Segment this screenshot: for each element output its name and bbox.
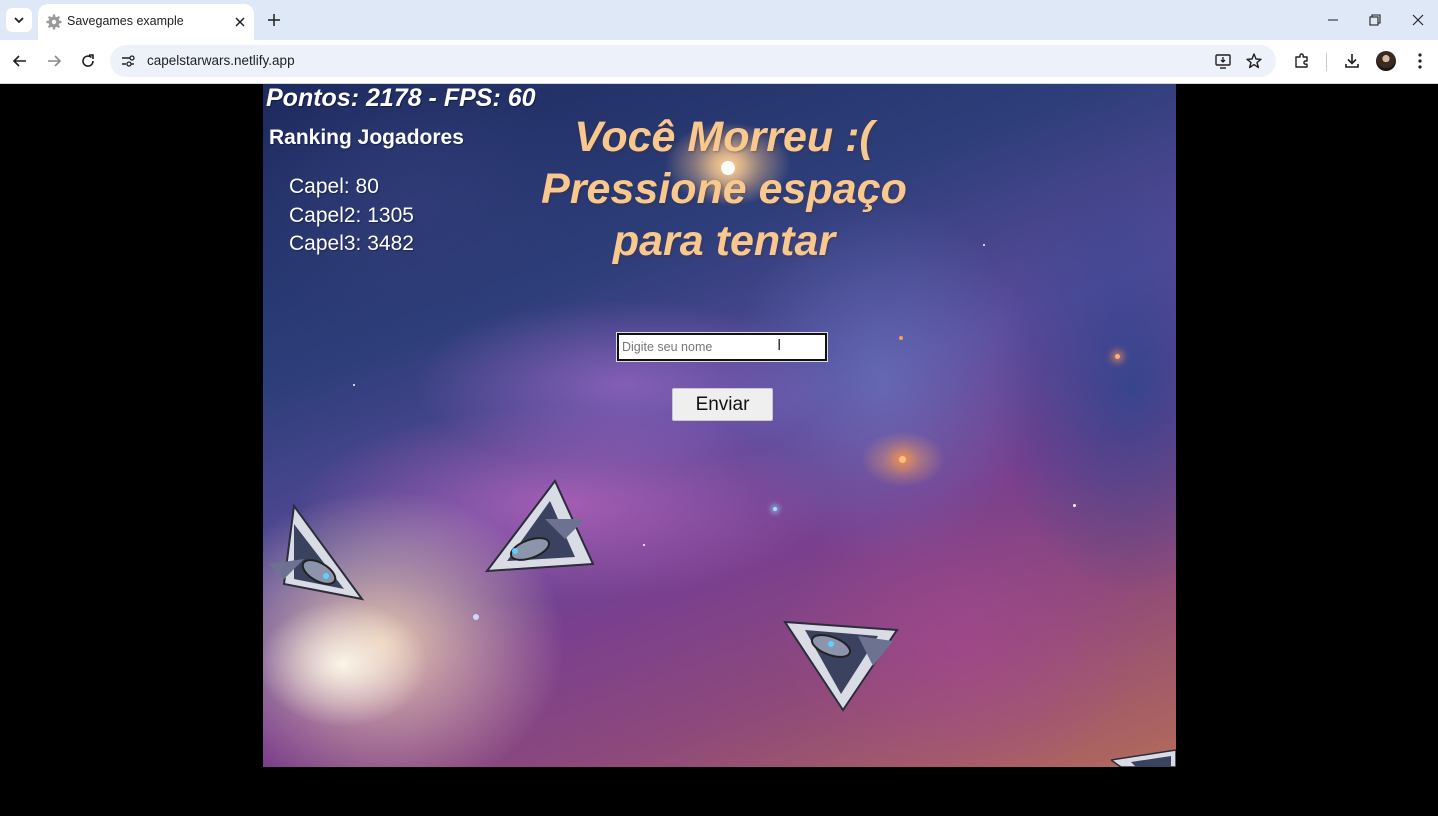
star — [983, 244, 985, 246]
ranking-title: Ranking Jogadores — [269, 126, 464, 149]
gear-favicon-icon — [46, 14, 62, 30]
install-app-icon[interactable] — [1214, 52, 1232, 70]
toolbar-divider — [1326, 53, 1327, 71]
star — [1073, 504, 1076, 507]
tab-search-button[interactable] — [6, 8, 32, 32]
page-bottom-area — [0, 767, 1438, 816]
back-arrow-icon[interactable] — [8, 49, 32, 73]
ranking-list: Capel: 80 Capel2: 1305 Capel3: 3482 — [289, 173, 414, 259]
star — [899, 336, 903, 340]
star — [353, 384, 355, 386]
restore-icon[interactable] — [1361, 8, 1389, 32]
player-name-input[interactable] — [616, 332, 828, 362]
enemy-ship-icon — [783, 620, 899, 712]
enemy-ship-icon — [1111, 749, 1176, 767]
more-menu-icon[interactable] — [1409, 50, 1431, 72]
tab-close-icon[interactable] — [231, 13, 249, 31]
submit-button[interactable]: Enviar — [672, 388, 773, 421]
new-tab-plus-icon[interactable] — [263, 9, 285, 31]
downloads-icon[interactable] — [1341, 50, 1363, 72]
minimize-icon[interactable] — [1319, 8, 1347, 32]
forward-arrow-icon[interactable] — [42, 49, 66, 73]
close-window-icon[interactable] — [1404, 8, 1432, 32]
url-text[interactable]: capelstarwars.netlify.app — [147, 53, 295, 68]
profile-avatar[interactable] — [1376, 51, 1396, 71]
death-message: Você Morreu :( Pressione espaço para ten… — [541, 113, 907, 265]
ranking-entry: Capel: 80 — [289, 175, 379, 198]
text-cursor-icon: I — [777, 336, 782, 354]
enemy-ship-icon — [485, 479, 595, 573]
star — [473, 614, 479, 620]
star — [899, 456, 906, 463]
tab-savegames[interactable]: Savegames example — [38, 4, 254, 40]
browser-toolbar: capelstarwars.netlify.app — [0, 40, 1438, 84]
chevron-down-icon — [14, 17, 24, 24]
extensions-puzzle-icon[interactable] — [1291, 50, 1313, 72]
address-bar[interactable]: capelstarwars.netlify.app — [110, 45, 1276, 77]
ranking-entry: Capel3: 3482 — [289, 232, 414, 255]
browser-titlebar: Savegames example — [0, 0, 1438, 40]
reload-icon[interactable] — [76, 49, 100, 73]
star — [773, 507, 777, 511]
tab-title: Savegames example — [67, 14, 184, 28]
ranking-entry: Capel2: 1305 — [289, 203, 414, 227]
star — [1115, 354, 1120, 359]
site-info-icon[interactable] — [120, 53, 136, 69]
game-canvas[interactable]: Pontos: 2178 - FPS: 60 Ranking Jogadores… — [263, 84, 1176, 767]
star — [643, 544, 645, 546]
bookmark-star-icon[interactable] — [1245, 52, 1263, 70]
enemy-ship-icon — [269, 504, 365, 601]
score-fps-readout: Pontos: 2178 - FPS: 60 — [266, 84, 536, 112]
